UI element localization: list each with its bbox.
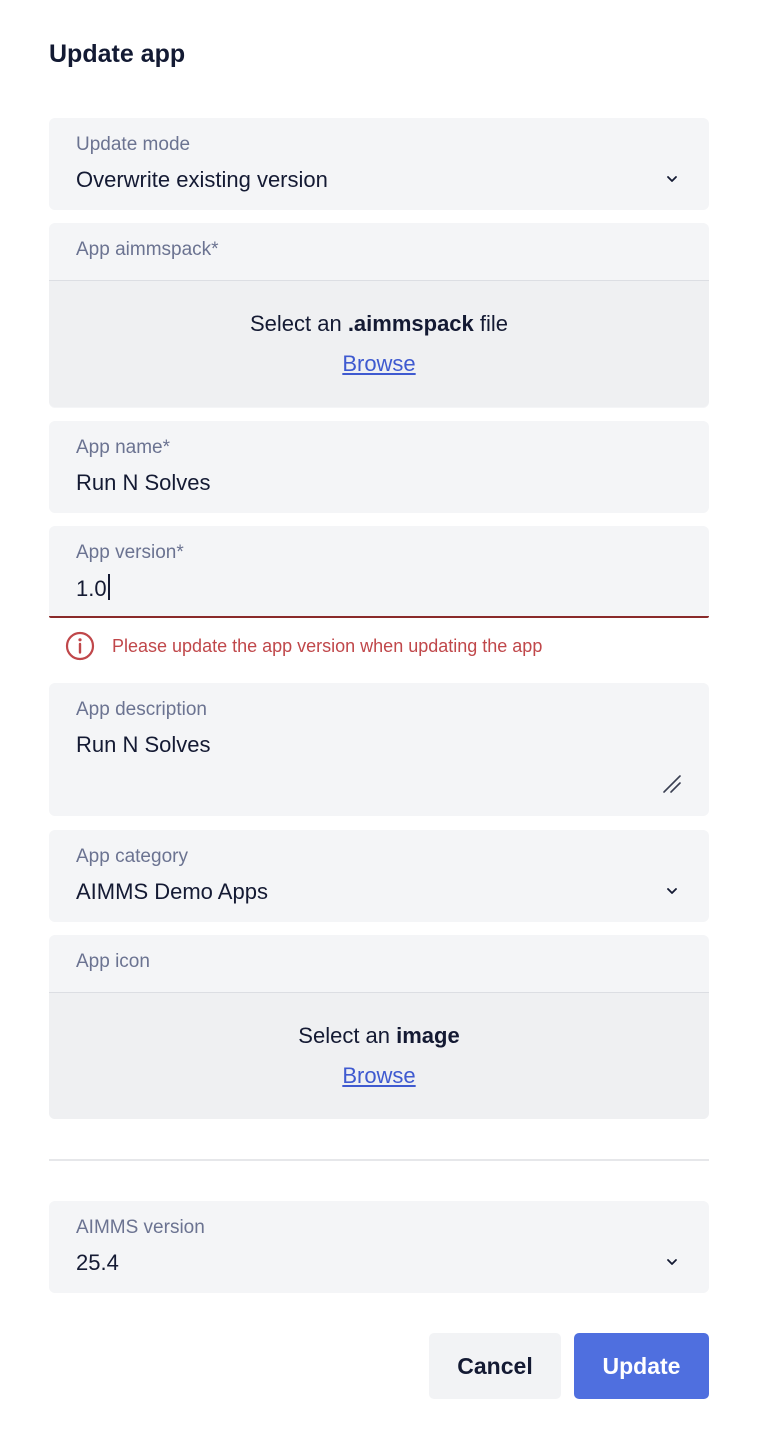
- update-mode-label: Update mode: [76, 134, 191, 155]
- aimms-version-value: 25.4: [76, 1250, 119, 1275]
- chevron-down-icon: [667, 1259, 677, 1265]
- aimms-version-select[interactable]: AIMMS version 25.4: [49, 1201, 709, 1293]
- aimms-version-label: AIMMS version: [76, 1217, 205, 1238]
- aimmspack-label: App aimmspack*: [76, 239, 219, 260]
- aimmspack-browse-link[interactable]: Browse: [49, 351, 709, 377]
- error-message: Please update the app version when updat…: [112, 635, 543, 656]
- app-version-value: 1.0: [76, 574, 110, 602]
- section-divider: [49, 1159, 709, 1161]
- app-icon-prompt: Select an image: [298, 1023, 460, 1048]
- aimmspack-header: App aimmspack*: [49, 223, 709, 281]
- cancel-button[interactable]: Cancel: [429, 1333, 561, 1399]
- dialog-title: Update app: [49, 40, 186, 68]
- chevron-down-icon: [667, 176, 677, 182]
- error-info-icon: [65, 631, 95, 661]
- app-description-value: Run N Solves: [76, 732, 211, 757]
- app-name-field[interactable]: App name* Run N Solves: [49, 421, 709, 513]
- app-icon-upload: App icon Select an image Browse: [49, 935, 709, 1119]
- update-mode-select[interactable]: Update mode Overwrite existing version: [49, 118, 709, 210]
- text-caret: [107, 574, 110, 600]
- app-version-field[interactable]: App version* 1.0: [49, 526, 709, 618]
- app-category-select[interactable]: App category AIMMS Demo Apps: [49, 830, 709, 922]
- error-underline: [49, 616, 709, 618]
- app-version-label: App version*: [76, 542, 184, 563]
- app-description-field[interactable]: App description Run N Solves: [49, 683, 709, 816]
- app-name-value: Run N Solves: [76, 470, 211, 495]
- app-category-value: AIMMS Demo Apps: [76, 879, 268, 904]
- app-category-label: App category: [76, 846, 188, 867]
- aimmspack-drop-zone[interactable]: Select an .aimmspack file Browse: [49, 281, 709, 407]
- update-button[interactable]: Update: [574, 1333, 709, 1399]
- aimmspack-upload: App aimmspack* Select an .aimmspack file…: [49, 223, 709, 408]
- app-version-error: Please update the app version when updat…: [65, 631, 542, 661]
- chevron-down-icon: [667, 888, 677, 894]
- app-icon-browse-link[interactable]: Browse: [49, 1063, 709, 1089]
- update-mode-value: Overwrite existing version: [76, 167, 328, 192]
- app-icon-drop-zone[interactable]: Select an image Browse: [49, 993, 709, 1119]
- app-icon-label: App icon: [76, 951, 150, 972]
- aimmspack-prompt: Select an .aimmspack file: [249, 311, 509, 336]
- app-description-label: App description: [76, 699, 207, 720]
- app-name-label: App name*: [76, 437, 171, 458]
- app-icon-header: App icon: [49, 935, 709, 993]
- resize-handle-icon[interactable]: [662, 774, 682, 794]
